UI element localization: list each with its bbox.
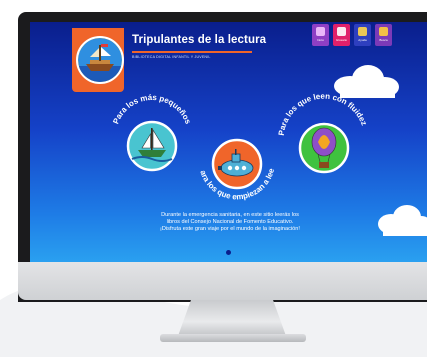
cloud-icon xyxy=(378,205,427,236)
monitor-chin xyxy=(18,262,427,300)
nav-item-label: Inicio xyxy=(316,38,324,42)
ship-logo-icon xyxy=(76,36,124,84)
nav-item-label: Ayuda xyxy=(358,38,367,42)
main-nav: Inicio Glosario Ayuda Busca xyxy=(312,24,392,46)
nav-item-ayuda[interactable]: Ayuda xyxy=(354,24,371,46)
website-screen: Tripulantes de la lectura BIBLIOTECA DIG… xyxy=(30,22,427,262)
nav-item-busca[interactable]: Busca xyxy=(375,24,392,46)
category-ring: Para los que leen con fluidez xyxy=(277,92,369,174)
scroll-indicator[interactable] xyxy=(226,250,231,255)
monitor-stand-base xyxy=(160,334,306,342)
nav-item-label: Busca xyxy=(379,38,388,42)
category-leen-con-fluidez[interactable]: Para los que leen con fluidez xyxy=(268,84,378,194)
home-icon xyxy=(316,27,325,36)
site-title: Tripulantes de la lectura xyxy=(132,34,267,46)
title-underline xyxy=(132,51,252,53)
intro-text: Durante la emergencia sanitaria, en este… xyxy=(160,212,300,232)
nav-item-glosario[interactable]: Glosario xyxy=(333,24,350,46)
book-icon xyxy=(337,27,346,36)
nav-item-inicio[interactable]: Inicio xyxy=(312,24,329,46)
search-icon xyxy=(379,27,388,36)
help-icon xyxy=(358,27,367,36)
monitor-stand xyxy=(178,300,286,336)
site-subtitle: BIBLIOTECA DIGITAL INFANTIL Y JUVENIL xyxy=(132,55,211,59)
nav-item-label: Glosario xyxy=(335,38,348,42)
